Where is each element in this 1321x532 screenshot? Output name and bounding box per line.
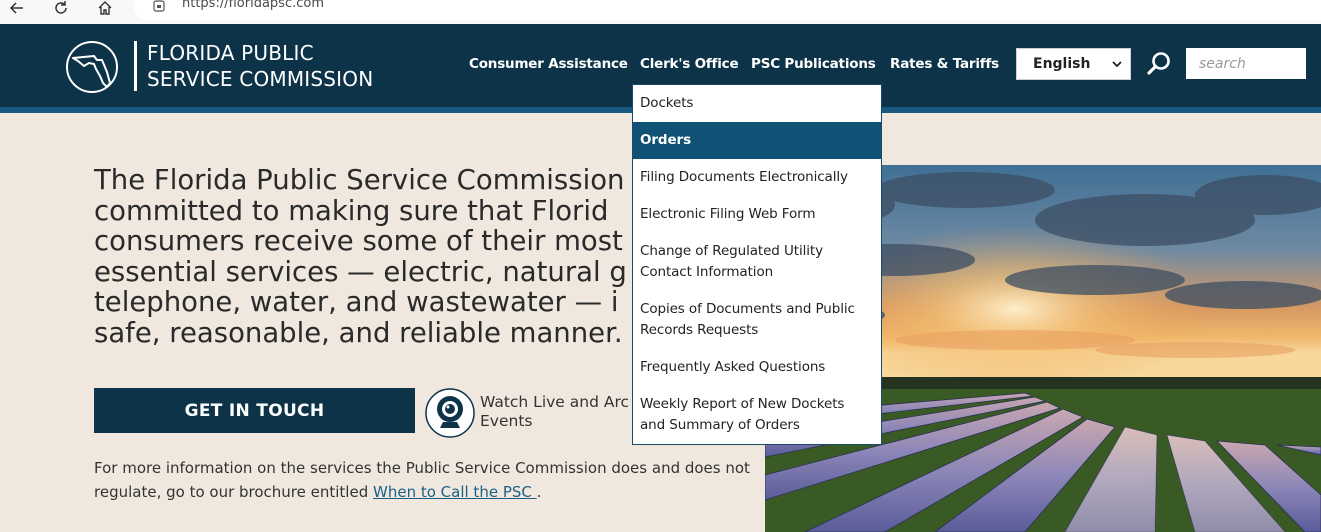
logo-divider [134,41,137,91]
info-paragraph: For more information on the services the… [94,456,754,504]
menu-item-dockets[interactable]: Dockets [633,85,881,122]
hero-headline: The Florida Public Service Commission co… [94,165,654,348]
florida-map-seal-icon[interactable] [64,39,120,95]
hero-line: safe, reasonable, and reliable manner. [94,316,623,349]
menu-item-label: Dockets [640,95,694,111]
nav-psc-publications[interactable]: PSC Publications [751,56,876,72]
menu-item-orders[interactable]: Orders [633,122,881,159]
back-arrow-icon[interactable] [5,0,29,16]
language-select-value: English [1033,56,1091,72]
browser-toolbar: https://floridapsc.com [0,0,1321,24]
hero-line: The Florida Public Service Commission [94,164,625,196]
menu-item-label: Weekly Report of New Dockets [640,396,845,412]
menu-item-label: Copies of Documents and Public [640,301,855,317]
menu-item-label: Records Requests [640,322,759,338]
menu-item-label: Contact Information [640,264,774,280]
hero-line: committed to making sure that Florid [94,194,609,227]
site-title[interactable]: FLORIDA PUBLIC SERVICE COMMISSION [147,40,373,92]
nav-clerks-office[interactable]: Clerk's Office [640,56,739,72]
menu-item-filing-documents-electronically[interactable]: Filing Documents Electronically [633,159,881,196]
address-bar[interactable]: https://floridapsc.com [134,0,1321,20]
site-info-icon[interactable] [153,0,165,12]
menu-item-change-of-regulated-utility-contact[interactable]: Change of Regulated Utility Contact Info… [633,233,881,291]
when-to-call-psc-link[interactable]: When to Call the PSC [373,483,537,501]
language-select[interactable]: English [1016,48,1131,80]
menu-item-label: and Summary of Orders [640,417,800,433]
menu-item-copies-of-documents-public-records[interactable]: Copies of Documents and Public Records R… [633,291,881,349]
menu-item-frequently-asked-questions[interactable]: Frequently Asked Questions [633,349,881,386]
menu-item-label: Filing Documents Electronically [640,169,848,185]
menu-item-label: Frequently Asked Questions [640,359,826,375]
menu-item-label: Change of Regulated Utility [640,243,823,259]
menu-item-weekly-report-new-dockets[interactable]: Weekly Report of New Dockets and Summary… [633,386,881,444]
menu-item-label: Orders [640,132,692,148]
info-suffix: . [536,483,542,501]
webcam-icon[interactable] [425,388,475,438]
url-text: https://floridapsc.com [182,0,324,11]
get-in-touch-button[interactable]: GET IN TOUCH [94,388,415,433]
menu-item-electronic-filing-web-form[interactable]: Electronic Filing Web Form [633,196,881,233]
search-input[interactable] [1186,48,1306,79]
reload-icon[interactable] [49,0,73,16]
home-icon[interactable] [93,0,117,16]
nav-consumer-assistance[interactable]: Consumer Assistance [469,56,628,72]
hero-line: consumers receive some of their most [94,225,623,257]
watch-live-link[interactable]: Watch Live and Arc Events [480,393,629,431]
site-title-line2: SERVICE COMMISSION [147,67,374,91]
menu-item-label: Electronic Filing Web Form [640,206,816,222]
clerks-office-dropdown: Dockets Orders Filing Documents Electron… [632,84,882,445]
watch-line1: Watch Live and Arc [480,393,630,411]
watch-line2: Events [480,412,533,430]
hero-line: essential services — electric, natural g [94,255,627,288]
chevron-down-icon [1112,61,1122,68]
nav-rates-tariffs[interactable]: Rates & Tariffs [890,56,999,72]
site-title-line1: FLORIDA PUBLIC [147,41,314,65]
hero-line: telephone, water, and wastewater — i [94,286,619,318]
magnifier-icon[interactable] [1146,51,1172,77]
